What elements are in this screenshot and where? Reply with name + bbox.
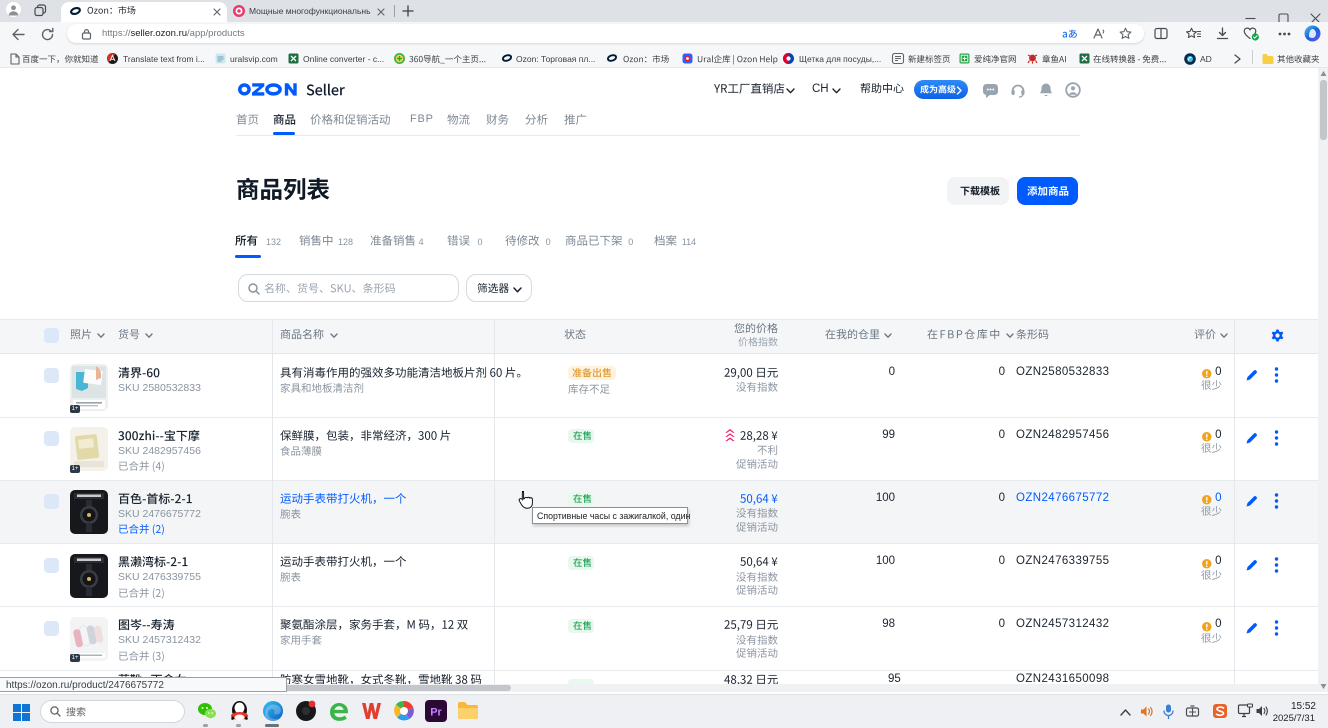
svg-text:Pr: Pr xyxy=(430,707,442,719)
